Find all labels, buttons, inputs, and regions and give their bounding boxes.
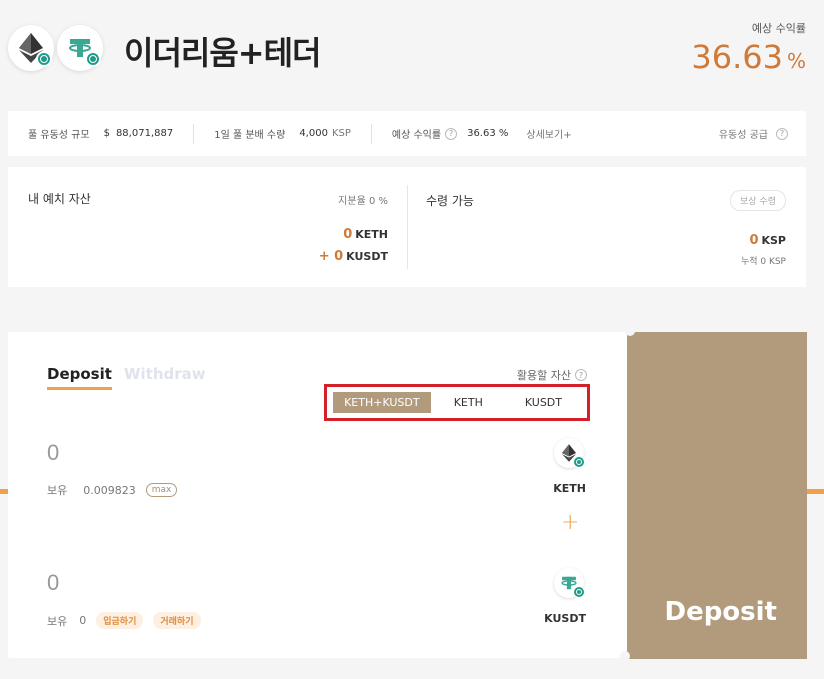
stat-apr: 예상 수익률 ? 36.63 % 상세보기+ xyxy=(370,123,592,144)
klaytn-badge-icon xyxy=(573,586,585,598)
deposit-funds-button[interactable]: 입금하기 xyxy=(96,612,144,629)
help-icon[interactable]: ? xyxy=(445,127,458,140)
help-icon[interactable]: ? xyxy=(776,127,788,140)
apr-unit: % xyxy=(786,49,806,73)
keth-amount: 0 xyxy=(343,227,353,242)
help-icon[interactable]: ? xyxy=(575,369,587,381)
tether-icon xyxy=(554,568,585,598)
pool-header: 이더리움+테더 예상 수익률 36.63% xyxy=(0,0,824,100)
my-deposit-title: 내 예치 자산 xyxy=(28,192,91,206)
keth-token-name: KETH xyxy=(553,482,586,495)
claimable-title: 수령 가능 xyxy=(426,194,474,208)
apr-number: 36.63 xyxy=(691,38,783,76)
deposit-keth-amount: 0 KETH xyxy=(343,227,388,242)
kusdt-balance-row: 보유 0 입금하기 거래하기 xyxy=(47,612,201,629)
asset-selector: KETH+KUSDT KETH KUSDT xyxy=(333,392,581,413)
usable-asset-label: 활용할 자산 ? xyxy=(517,367,587,383)
claimable-ksp: 0 KSP xyxy=(749,233,786,248)
liquidity-label: 풀 유동성 규모 xyxy=(28,130,90,141)
max-button[interactable]: max xyxy=(145,483,178,497)
deposit-form-card: Deposit Withdraw 활용할 자산 ? KETH+KUSDT KET… xyxy=(8,332,630,658)
balance-label: 보유 xyxy=(47,484,68,497)
ksp-amount: 0 xyxy=(749,233,759,248)
my-assets-card: 내 예치 자산 지분율 0 % 0 KETH + 0 KUSDT 수령 가능 보상 … xyxy=(8,167,806,287)
stat-apr-label: 예상 수익률 xyxy=(391,130,442,141)
decorative-line xyxy=(806,489,824,494)
card-notch xyxy=(625,326,635,336)
keth-balance-row: 보유 0.009823 max xyxy=(47,482,178,498)
my-deposit-section: 내 예치 자산 지분율 0 % 0 KETH + 0 KUSDT xyxy=(8,167,408,287)
card-notch xyxy=(620,651,630,661)
balance-label: 보유 xyxy=(47,614,68,628)
usable-asset-text: 활용할 자산 xyxy=(516,369,571,382)
keth-balance-value: 0.009823 xyxy=(83,483,136,497)
claim-reward-button[interactable]: 보상 수령 xyxy=(730,190,786,211)
daily-dist-unit: KSP xyxy=(331,128,351,139)
accumulated-ksp: 누적 0 KSP xyxy=(740,257,786,267)
stat-apr-value: 36.63 % xyxy=(467,128,509,139)
kusdt-amount-input[interactable] xyxy=(47,570,347,596)
plus-icon: + xyxy=(561,510,580,535)
liquidity-value: 88,071,887 xyxy=(115,128,174,139)
deposit-kusdt-amount: + 0 KUSDT xyxy=(319,249,388,264)
decorative-line xyxy=(0,489,8,494)
stat-liquidity: 풀 유동성 규모 $ 88,071,887 xyxy=(8,124,193,144)
tab-withdraw[interactable]: Withdraw xyxy=(124,365,206,383)
tab-deposit[interactable]: Deposit xyxy=(47,365,112,390)
tether-logo-icon xyxy=(57,25,103,71)
klaytn-badge-icon xyxy=(85,51,101,67)
kusdt-balance-value: 0 xyxy=(79,614,87,627)
ethereum-logo-icon xyxy=(8,25,54,71)
keth-unit: KETH xyxy=(355,228,388,241)
stat-supply: 유동성 공급 ? xyxy=(719,111,788,156)
supply-label: 유동성 공급 xyxy=(718,130,768,141)
segment-keth[interactable]: KETH xyxy=(431,392,506,413)
pool-stats-bar: 풀 유동성 규모 $ 88,071,887 1일 풀 분배 수량 4,000 K… xyxy=(8,111,806,156)
keth-amount-input[interactable] xyxy=(47,440,347,466)
deposit-submit-button[interactable]: Deposit xyxy=(627,332,807,659)
trade-button[interactable]: 거래하기 xyxy=(153,612,201,629)
share-label: 지분율 0 % xyxy=(338,196,388,207)
klaytn-badge-icon xyxy=(573,456,585,468)
ksp-unit: KSP xyxy=(761,234,786,247)
klaytn-badge-icon xyxy=(36,51,52,67)
kusdt-token-name: KUSDT xyxy=(544,612,586,625)
deposit-submit-label: Deposit xyxy=(664,597,777,627)
stat-daily-distribution: 1일 풀 분배 수량 4,000 KSP xyxy=(193,123,371,144)
claimable-section: 수령 가능 보상 수령 0 KSP 누적 0 KSP xyxy=(408,167,806,287)
apr-value: 36.63% xyxy=(691,38,806,76)
kusdt-amount: + 0 xyxy=(318,249,344,264)
detail-link[interactable]: 상세보기+ xyxy=(526,126,571,141)
liquidity-currency: $ xyxy=(103,128,110,139)
page-title: 이더리움+테더 xyxy=(124,34,321,72)
daily-dist-label: 1일 풀 분배 수량 xyxy=(214,130,286,141)
apr-label: 예상 수익률 xyxy=(751,22,806,35)
daily-dist-value: 4,000 xyxy=(299,128,328,139)
ethereum-icon xyxy=(554,438,585,468)
segment-keth-kusdt[interactable]: KETH+KUSDT xyxy=(333,392,431,413)
kusdt-unit: KUSDT xyxy=(346,250,388,263)
segment-kusdt[interactable]: KUSDT xyxy=(506,392,581,413)
asset-selector-highlight: KETH+KUSDT KETH KUSDT xyxy=(324,384,590,421)
